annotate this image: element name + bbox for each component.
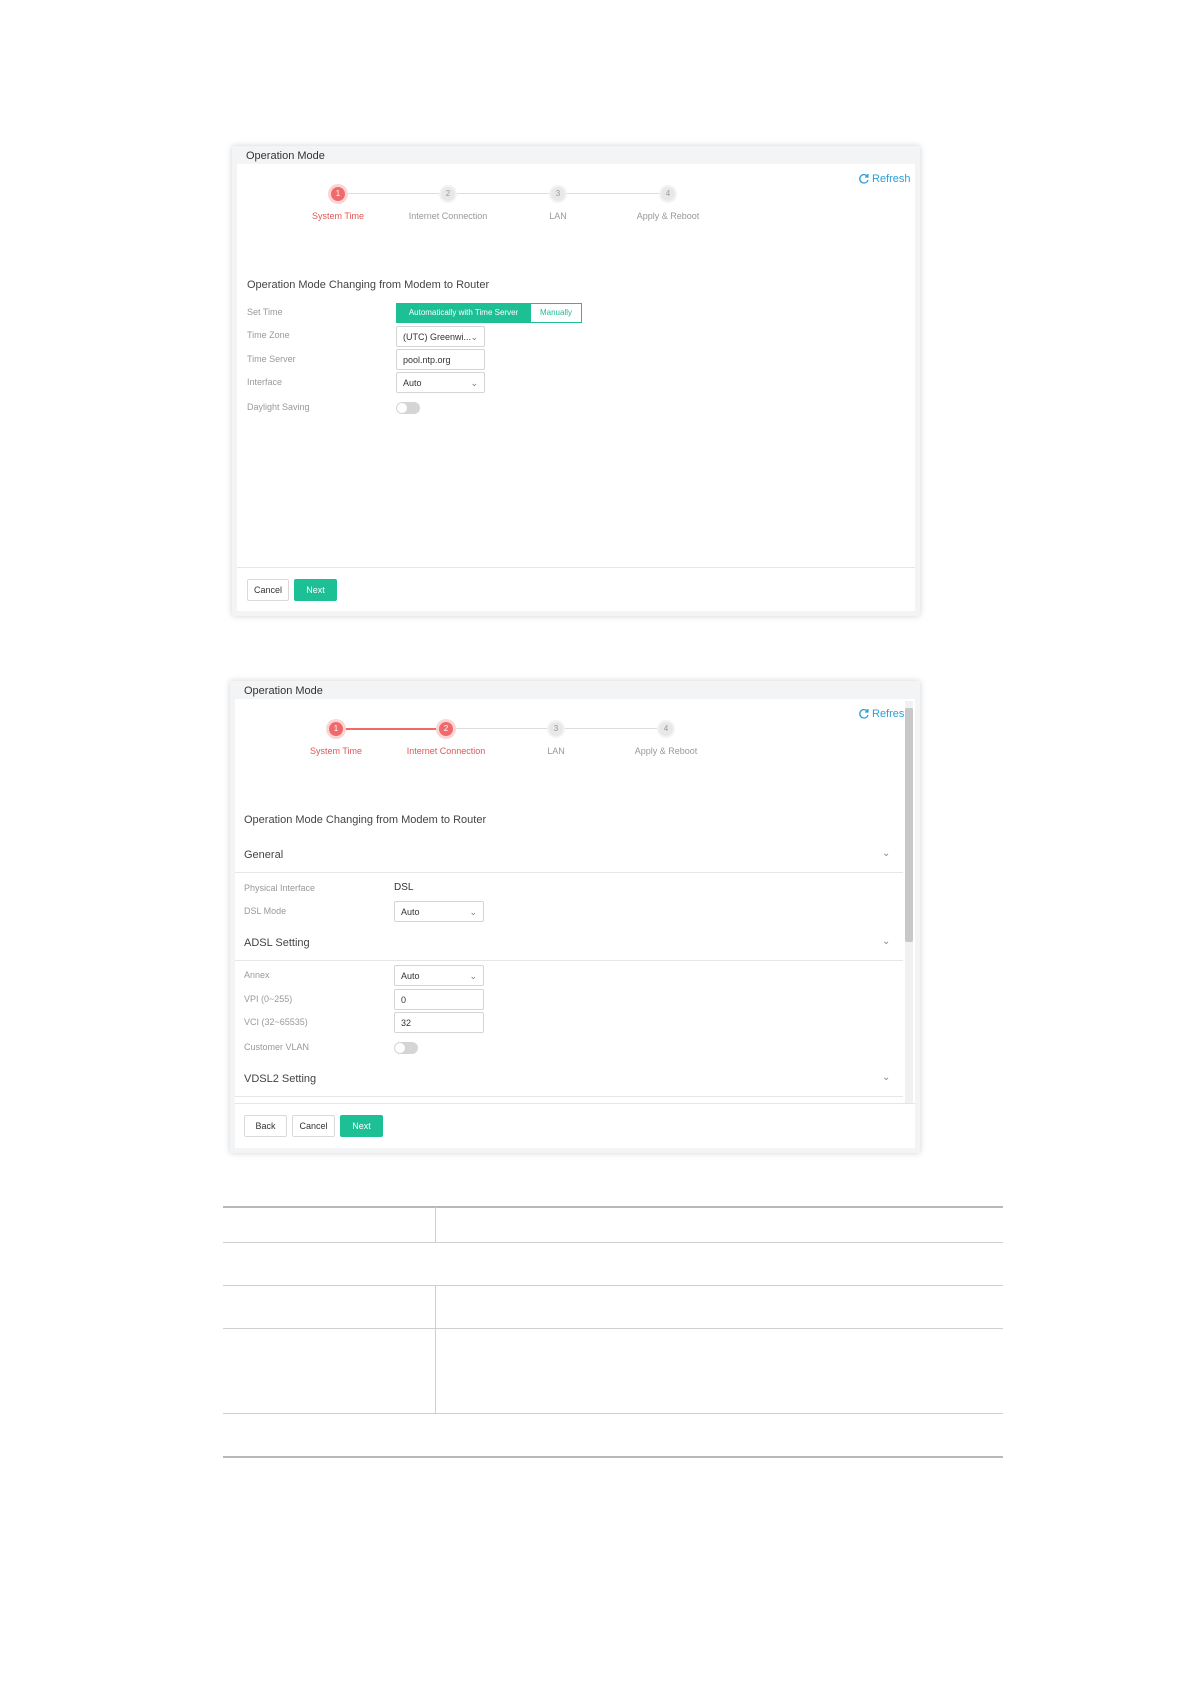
- physical-interface-value: DSL: [394, 882, 414, 893]
- step-connector: [456, 193, 550, 194]
- time-server-label: Time Server: [247, 354, 296, 364]
- table-row-rule: [223, 1413, 1003, 1414]
- step-connector: [564, 728, 659, 729]
- cancel-button[interactable]: Cancel: [247, 579, 289, 601]
- window-title: Operation Mode: [246, 150, 325, 162]
- annex-value: Auto: [401, 971, 420, 981]
- footer-divider: [237, 567, 915, 568]
- dsl-mode-value: Auto: [401, 907, 420, 917]
- general-section-header[interactable]: General: [244, 849, 283, 861]
- dsl-mode-select[interactable]: Auto ⌄: [394, 901, 484, 922]
- step-2-label: Internet Connection: [406, 746, 486, 756]
- customer-vlan-toggle[interactable]: [394, 1042, 418, 1054]
- back-button[interactable]: Back: [244, 1115, 287, 1137]
- vci-input[interactable]: 32: [394, 1012, 484, 1033]
- window-body: [235, 699, 915, 1148]
- table-column-rule: [435, 1207, 436, 1242]
- time-zone-label: Time Zone: [247, 330, 290, 340]
- refresh-label: Refresh: [872, 173, 911, 185]
- vpi-label: VPI (0~255): [244, 994, 293, 1004]
- window-title: Operation Mode: [244, 685, 323, 697]
- refresh-button[interactable]: Refresh: [858, 708, 911, 720]
- step-3-dot: 3: [549, 722, 563, 736]
- next-button[interactable]: Next: [294, 579, 337, 601]
- vpi-input[interactable]: 0: [394, 989, 484, 1010]
- chevron-down-icon[interactable]: ⌄: [882, 848, 890, 859]
- dsl-mode-label: DSL Mode: [244, 906, 287, 916]
- chevron-down-icon[interactable]: ⌄: [882, 936, 890, 947]
- interface-label: Interface: [247, 377, 283, 387]
- chevron-down-icon: ⌄: [470, 332, 478, 342]
- table-row-rule: [223, 1242, 1003, 1243]
- daylight-saving-label: Daylight Saving: [247, 402, 310, 412]
- step-4-label: Apply & Reboot: [636, 211, 700, 221]
- section-divider: [235, 960, 903, 961]
- adsl-section-header[interactable]: ADSL Setting: [244, 937, 310, 949]
- set-time-manual-option[interactable]: Manually: [530, 303, 582, 323]
- step-4-dot: 4: [661, 187, 675, 201]
- interface-select[interactable]: Auto ⌄: [396, 372, 485, 393]
- daylight-saving-toggle[interactable]: [396, 402, 420, 414]
- window-body: [237, 164, 915, 611]
- footer-divider: [235, 1103, 915, 1104]
- cancel-button[interactable]: Cancel: [292, 1115, 335, 1137]
- refresh-button[interactable]: Refresh: [858, 173, 911, 185]
- step-2-label: Internet Connection: [408, 211, 488, 221]
- step-2-dot: 2: [441, 187, 455, 201]
- refresh-icon: [859, 708, 869, 719]
- annex-label: Annex: [244, 970, 270, 980]
- step-connector: [346, 193, 440, 194]
- step-3-label: LAN: [549, 211, 567, 221]
- table-row-rule: [223, 1285, 1003, 1286]
- time-zone-value: (UTC) Greenwi...: [403, 332, 472, 342]
- section-divider: [235, 1096, 903, 1097]
- step-2-dot: 2: [439, 722, 453, 736]
- step-connector-done: [344, 728, 439, 730]
- table-top-rule: [223, 1206, 1003, 1208]
- interface-value: Auto: [403, 378, 422, 388]
- time-zone-select[interactable]: (UTC) Greenwi... ⌄: [396, 326, 485, 347]
- table-row-rule: [223, 1328, 1003, 1329]
- set-time-auto-option[interactable]: Automatically with Time Server: [396, 303, 531, 323]
- step-4-label: Apply & Reboot: [634, 746, 698, 756]
- step-4-dot: 4: [659, 722, 673, 736]
- step-3-dot: 3: [551, 187, 565, 201]
- chevron-down-icon[interactable]: ⌄: [882, 1072, 890, 1083]
- page-heading: Operation Mode Changing from Modem to Ro…: [247, 279, 490, 291]
- scrollbar-thumb[interactable]: [905, 708, 913, 942]
- page-heading: Operation Mode Changing from Modem to Ro…: [244, 814, 487, 826]
- annex-select[interactable]: Auto ⌄: [394, 965, 484, 986]
- customer-vlan-label: Customer VLAN: [244, 1042, 310, 1052]
- step-1-dot: 1: [329, 722, 343, 736]
- vci-label: VCI (32~65535): [244, 1017, 308, 1027]
- chevron-down-icon: ⌄: [469, 971, 477, 981]
- chevron-down-icon: ⌄: [470, 378, 478, 388]
- set-time-label: Set Time: [247, 307, 283, 317]
- table-bottom-rule: [223, 1456, 1003, 1458]
- refresh-icon: [859, 173, 869, 184]
- step-1-label: System Time: [311, 211, 364, 221]
- step-1-dot: 1: [331, 187, 345, 201]
- table-column-rule: [435, 1285, 436, 1413]
- chevron-down-icon: ⌄: [469, 907, 477, 917]
- step-connector: [566, 193, 660, 194]
- step-1-label: System Time: [309, 746, 362, 756]
- step-connector: [454, 728, 549, 729]
- time-server-input[interactable]: pool.ntp.org: [396, 349, 485, 370]
- step-3-label: LAN: [547, 746, 565, 756]
- next-button[interactable]: Next: [340, 1115, 383, 1137]
- physical-interface-label: Physical Interface: [244, 883, 316, 893]
- section-divider: [235, 872, 903, 873]
- vdsl2-section-header[interactable]: VDSL2 Setting: [244, 1073, 316, 1085]
